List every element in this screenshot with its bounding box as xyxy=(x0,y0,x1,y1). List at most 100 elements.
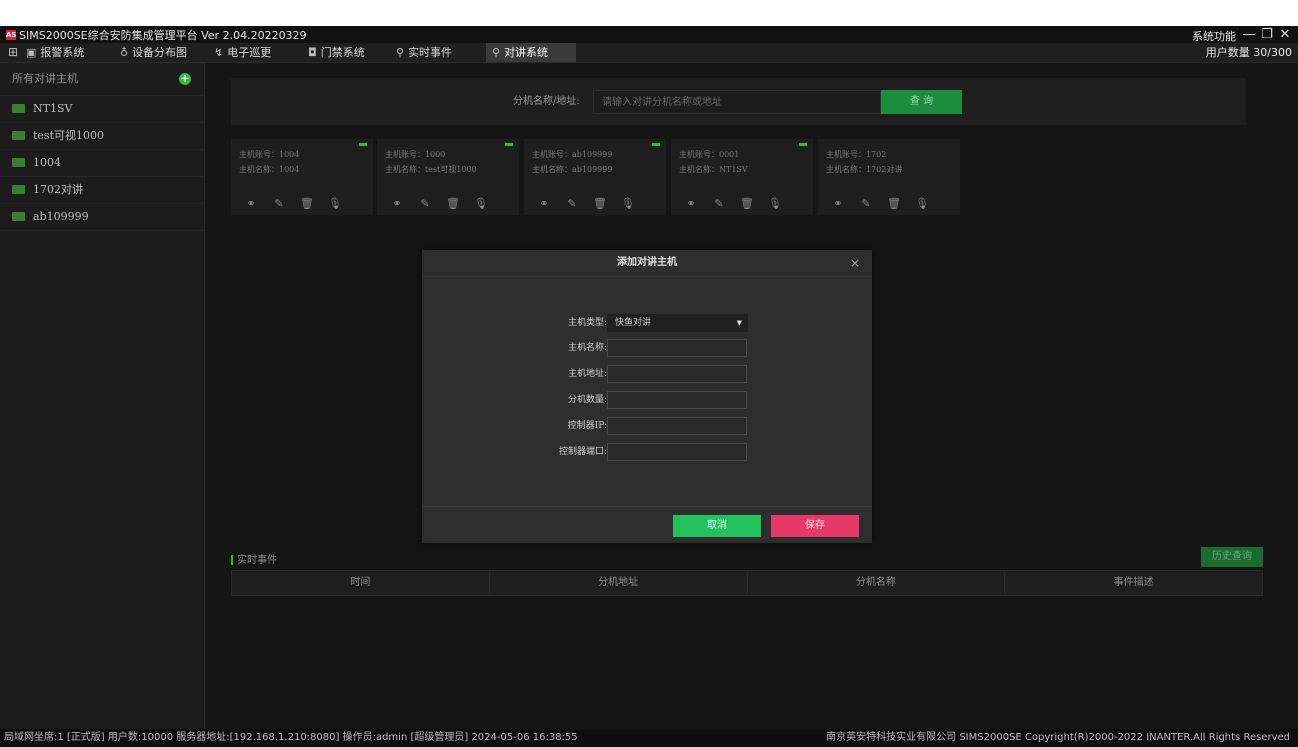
edit-icon[interactable]: ✎ xyxy=(564,197,580,210)
search-panel: 分机名称/地址: 请输入对讲分机名称或地址 查 询 xyxy=(231,78,1246,125)
dialog-footer: 取消 保存 xyxy=(422,506,872,544)
host-icon xyxy=(12,157,25,167)
add-host-icon[interactable]: + xyxy=(179,73,191,85)
sidebar-item[interactable]: test可视1000 xyxy=(0,123,204,150)
host-type-select[interactable]: 快鱼对讲 ▼ xyxy=(607,314,748,332)
controller-port-label: 控制器端口: xyxy=(558,447,607,457)
sidebar-header: 所有对讲主机 + xyxy=(0,63,204,96)
card-actions: ⚭ ✎ 🗑 🎙 xyxy=(536,197,636,210)
host-name-row: 主机名称: xyxy=(422,339,872,357)
restore-icon[interactable]: ❐ xyxy=(1260,26,1274,43)
menu-patrol[interactable]: ↯ 电子巡更 xyxy=(208,43,277,62)
application-window: AS SIMS2000SE综合安防集成管理平台 Ver 2.04.2022032… xyxy=(0,26,1298,747)
app-title: SIMS2000SE综合安防集成管理平台 Ver 2.04.20220329 xyxy=(19,28,307,42)
menu-device-map[interactable]: ♁ 设备分布图 xyxy=(114,43,193,62)
microphone-icon[interactable]: 🎙 xyxy=(473,197,489,210)
menu-intercom-system[interactable]: ⚲ 对讲系统 xyxy=(486,43,576,62)
intercom-host-card: 主机账号：1004 主机名称：1004 ⚭ ✎ 🗑 🎙 xyxy=(231,139,373,215)
delete-icon[interactable]: 🗑 xyxy=(592,197,608,210)
host-name-input[interactable] xyxy=(607,339,747,357)
microphone-icon[interactable]: 🎙 xyxy=(620,197,636,210)
online-indicator xyxy=(359,143,367,146)
host-name: 主机名称：1702对讲 xyxy=(826,165,903,174)
save-button[interactable]: 保存 xyxy=(771,515,859,537)
history-query-button[interactable]: 历史查询 xyxy=(1201,547,1263,567)
sidebar-item[interactable]: NT1SV xyxy=(0,96,204,123)
dialog-header: 添加对讲主机 × xyxy=(422,250,872,277)
host-icon xyxy=(12,184,25,194)
controller-ip-label: 控制器IP: xyxy=(567,421,607,431)
sidebar-item[interactable]: 1004 xyxy=(0,150,204,177)
events-title-text: 实时事件 xyxy=(237,555,277,566)
controller-ip-row: 控制器IP: xyxy=(422,417,872,435)
close-window-icon[interactable]: ✕ xyxy=(1278,26,1292,43)
sidebar-item-label: ab109999 xyxy=(33,210,89,223)
link-icon[interactable]: ⚭ xyxy=(389,197,405,210)
sidebar-item-label: 1702对讲 xyxy=(33,183,83,196)
sidebar-item[interactable]: 1702对讲 xyxy=(0,177,204,204)
column-header-time: 时间 xyxy=(232,571,490,595)
events-table-header: 时间 分机地址 分机名称 事件描述 xyxy=(231,570,1263,596)
delete-icon[interactable]: 🗑 xyxy=(445,197,461,210)
online-indicator xyxy=(505,143,513,146)
search-input[interactable]: 请输入对讲分机名称或地址 xyxy=(593,90,881,114)
intercom-host-card: 主机账号：0001 主机名称：NT1SV ⚭ ✎ 🗑 🎙 xyxy=(671,139,813,215)
window-controls: — ❐ ✕ xyxy=(1242,26,1292,43)
controller-ip-input[interactable] xyxy=(607,417,747,435)
host-name: 主机名称：ab109999 xyxy=(532,165,613,174)
cancel-button[interactable]: 取消 xyxy=(673,515,761,537)
controller-port-input[interactable] xyxy=(607,443,747,461)
edit-icon[interactable]: ✎ xyxy=(271,197,287,210)
menu-label: 电子巡更 xyxy=(227,46,272,59)
microphone-icon[interactable]: 🎙 xyxy=(767,197,783,210)
menu-alarm-system[interactable]: ▣ 报警系统 xyxy=(20,43,90,62)
sidebar-item-label: 1004 xyxy=(33,156,61,169)
map-icon: ♁ xyxy=(120,46,129,59)
microphone-icon[interactable]: 🎙 xyxy=(914,197,930,210)
grid-menu-icon[interactable]: ⊞ xyxy=(8,45,18,59)
edit-icon[interactable]: ✎ xyxy=(858,197,874,210)
link-icon[interactable]: ⚭ xyxy=(683,197,699,210)
user-count: 用户数量 30/300 xyxy=(1205,46,1292,59)
host-address-label: 主机地址: xyxy=(567,369,607,379)
microphone-icon[interactable]: 🎙 xyxy=(327,197,343,210)
card-actions: ⚭ ✎ 🗑 🎙 xyxy=(389,197,489,210)
dialog-title: 添加对讲主机 xyxy=(617,257,677,268)
sidebar-item[interactable]: ab109999 xyxy=(0,204,204,231)
close-icon[interactable]: × xyxy=(850,250,860,276)
host-account: 主机账号：1702 xyxy=(826,150,887,159)
link-icon[interactable]: ⚭ xyxy=(830,197,846,210)
delete-icon[interactable]: 🗑 xyxy=(886,197,902,210)
sidebar-item-label: test可视1000 xyxy=(33,129,104,142)
door-icon: ◘ xyxy=(308,46,317,59)
host-type-value: 快鱼对讲 xyxy=(615,318,652,328)
menu-label: 报警系统 xyxy=(40,46,85,59)
alarm-icon: ▣ xyxy=(26,46,37,59)
host-address-input[interactable] xyxy=(607,365,747,383)
sidebar-title: 所有对讲主机 xyxy=(12,72,78,85)
delete-icon[interactable]: 🗑 xyxy=(299,197,315,210)
status-info: 局域网坐席:1 [正式版] 用户数:10000 服务器地址:[192.168.1… xyxy=(4,732,578,743)
intercom-host-card: 主机账号：1000 主机名称：test可视1000 ⚭ ✎ 🗑 🎙 xyxy=(377,139,519,215)
edit-icon[interactable]: ✎ xyxy=(417,197,433,210)
delete-icon[interactable]: 🗑 xyxy=(739,197,755,210)
host-account: 主机账号：1000 xyxy=(385,150,446,159)
status-bar: 局域网坐席:1 [正式版] 用户数:10000 服务器地址:[192.168.1… xyxy=(0,729,1298,747)
online-indicator xyxy=(652,143,660,146)
edit-icon[interactable]: ✎ xyxy=(711,197,727,210)
system-functions-menu[interactable]: 系统功能 xyxy=(1192,28,1236,44)
menu-realtime-events[interactable]: ⚲ 实时事件 xyxy=(390,43,458,62)
host-icon xyxy=(12,211,25,221)
menu-access-control[interactable]: ◘ 门禁系统 xyxy=(302,43,371,62)
menu-label: 设备分布图 xyxy=(132,46,188,59)
host-account: 主机账号：ab109999 xyxy=(532,150,613,159)
search-button[interactable]: 查 询 xyxy=(881,90,962,114)
sidebar-item-label: NT1SV xyxy=(33,102,73,115)
link-icon[interactable]: ⚭ xyxy=(243,197,259,210)
host-address-row: 主机地址: xyxy=(422,365,872,383)
card-actions: ⚭ ✎ 🗑 🎙 xyxy=(243,197,343,210)
app-logo-icon: AS xyxy=(6,29,17,40)
link-icon[interactable]: ⚭ xyxy=(536,197,552,210)
extension-count-input[interactable] xyxy=(607,391,747,409)
minimize-icon[interactable]: — xyxy=(1242,26,1256,43)
